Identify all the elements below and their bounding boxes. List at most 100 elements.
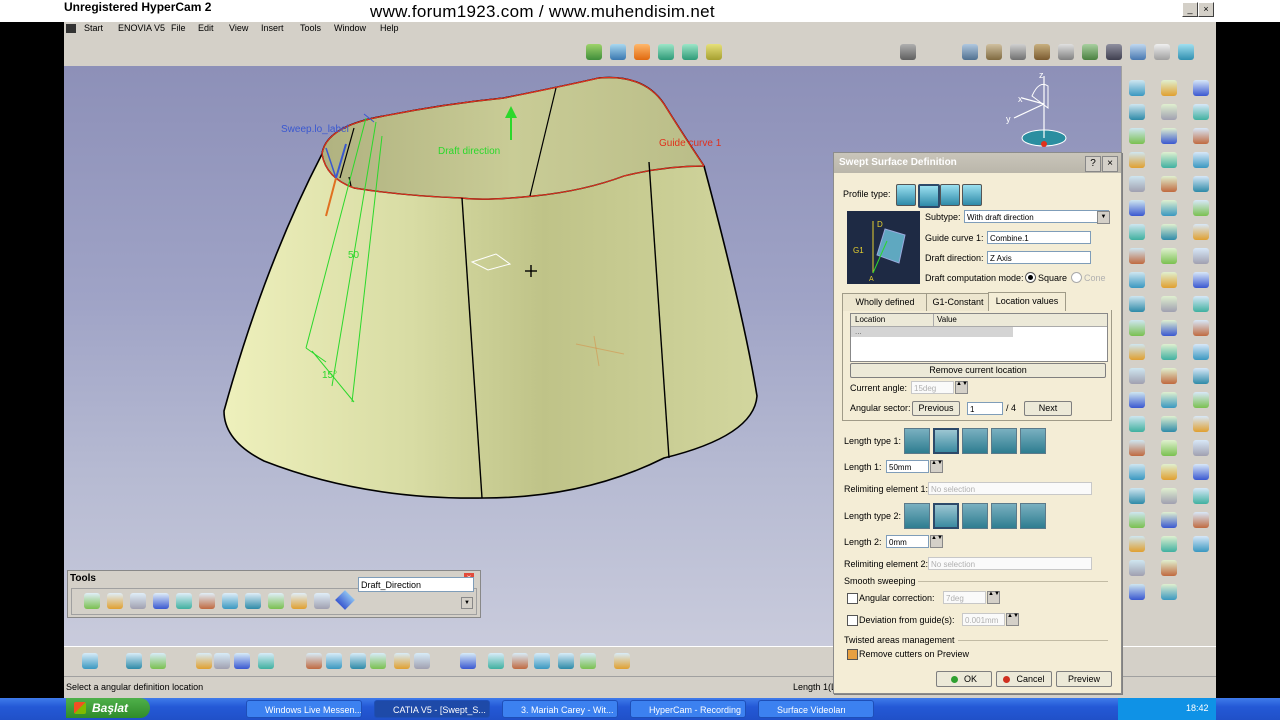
rule-icon[interactable] (1082, 44, 1098, 60)
relimiting1-field[interactable]: No selection (928, 482, 1092, 495)
sector-field[interactable]: 1 (967, 402, 1003, 415)
near-icon[interactable] (1193, 248, 1209, 264)
length-from-to-icon[interactable] (991, 428, 1017, 454)
trim-icon[interactable] (1161, 80, 1177, 96)
split-icon[interactable] (1129, 176, 1145, 192)
boundary-icon[interactable] (1161, 104, 1177, 120)
split-icon[interactable] (1193, 488, 1209, 504)
hide-show-icon[interactable] (534, 653, 550, 669)
blend-icon[interactable] (1161, 536, 1177, 552)
cube-icon[interactable] (199, 593, 215, 609)
reflect-icon[interactable] (1193, 344, 1209, 360)
profile-line-icon[interactable] (918, 184, 940, 208)
text-icon[interactable] (82, 653, 98, 669)
task-mariah-carey[interactable]: 3. Mariah Carey - Wit... (502, 700, 618, 718)
spiral-icon[interactable] (84, 593, 100, 609)
chevron-down-icon[interactable]: ▼ (1097, 211, 1110, 224)
translate-icon[interactable] (1193, 104, 1209, 120)
translate-icon[interactable] (1129, 320, 1145, 336)
location-table[interactable]: Location Value ... (850, 313, 1108, 362)
square-radio[interactable] (1025, 272, 1036, 283)
remove-cutters-checkbox[interactable] (847, 649, 858, 660)
next-button[interactable]: Next (1024, 401, 1072, 416)
settings-icon[interactable] (1010, 44, 1026, 60)
tools-combo[interactable]: Draft_Direction (358, 577, 474, 592)
join-icon[interactable] (1161, 560, 1177, 576)
rotate-view-icon[interactable] (370, 653, 386, 669)
extrude-icon[interactable] (682, 44, 698, 60)
length1-spinner[interactable]: ▲▼ (930, 460, 943, 473)
zoom-out-icon[interactable] (414, 653, 430, 669)
fill-icon[interactable] (1129, 104, 1145, 120)
table-icon[interactable] (1058, 44, 1074, 60)
cone-radio[interactable] (1071, 272, 1082, 283)
tab-g1-constant[interactable]: G1-Constant (926, 293, 990, 311)
symmetry-icon[interactable] (1161, 248, 1177, 264)
profile-circle-icon[interactable] (940, 184, 960, 206)
menu-start[interactable]: Start (84, 23, 103, 33)
combine-icon[interactable] (1129, 536, 1145, 552)
symmetry-icon[interactable] (1129, 368, 1145, 384)
table-row[interactable] (851, 327, 1013, 337)
sketch-icon[interactable] (586, 44, 602, 60)
layer-icon[interactable] (580, 653, 596, 669)
deviation-spinner[interactable]: ▲▼ (1006, 613, 1019, 626)
combine-icon[interactable] (1193, 320, 1209, 336)
knowledge-icon[interactable] (900, 44, 916, 60)
angular-correction-checkbox[interactable] (847, 593, 858, 604)
symmetry-icon[interactable] (1193, 152, 1209, 168)
shading-icon[interactable] (512, 653, 528, 669)
layer-icon[interactable] (268, 593, 284, 609)
rotate-icon[interactable] (1129, 344, 1145, 360)
profile-explicit-icon[interactable] (896, 184, 916, 206)
previous-button[interactable]: Previous (912, 401, 960, 416)
extract-icon[interactable] (1161, 128, 1177, 144)
table-icon[interactable] (196, 653, 212, 669)
boundary-icon[interactable] (1193, 536, 1209, 552)
diamond-icon[interactable] (335, 590, 355, 610)
tree-icon[interactable] (130, 593, 146, 609)
length-from-curve-icon[interactable] (933, 428, 959, 454)
task-surface-videos[interactable]: Surface Videoları (758, 700, 874, 718)
length2-standard-icon[interactable] (904, 503, 930, 529)
translate-icon[interactable] (1161, 200, 1177, 216)
near-icon[interactable] (1129, 464, 1145, 480)
affinity-icon[interactable] (1161, 296, 1177, 312)
healing-icon[interactable] (1129, 296, 1145, 312)
zoom-in-icon[interactable] (394, 653, 410, 669)
formula-icon[interactable] (126, 653, 142, 669)
menu-view[interactable]: View (229, 23, 248, 33)
length2-spinner[interactable]: ▲▼ (930, 535, 943, 548)
menu-insert[interactable]: Insert (261, 23, 284, 33)
parallel-icon[interactable] (1129, 584, 1145, 600)
cloud-icon[interactable] (1178, 44, 1194, 60)
sweep-icon[interactable] (1161, 488, 1177, 504)
trim-icon[interactable] (1193, 512, 1209, 528)
task-catia[interactable]: CATIA V5 - [Swept_S... (374, 700, 490, 718)
length2-extremum-icon[interactable] (1020, 503, 1046, 529)
preview-button[interactable]: Preview (1056, 671, 1112, 687)
list-icon[interactable] (314, 593, 330, 609)
healing-icon[interactable] (1193, 80, 1209, 96)
normal-view-icon[interactable] (460, 653, 476, 669)
extrapolate-icon[interactable] (1161, 320, 1177, 336)
axis-icon[interactable] (107, 593, 123, 609)
blend-icon[interactable] (1129, 128, 1145, 144)
affinity-icon[interactable] (1193, 200, 1209, 216)
help-button[interactable]: ? (1085, 156, 1101, 172)
render-icon[interactable] (614, 653, 630, 669)
split-icon[interactable] (1161, 584, 1177, 600)
hierarchy-icon[interactable] (214, 653, 230, 669)
project-icon[interactable] (1193, 296, 1209, 312)
fill-icon[interactable] (1161, 512, 1177, 528)
ok-button[interactable]: OK (936, 671, 992, 687)
angular-correction-field[interactable]: 7deg (943, 591, 986, 604)
sort-icon[interactable] (258, 653, 274, 669)
intersect-icon[interactable] (1193, 272, 1209, 288)
length2-field[interactable]: 0mm (886, 535, 929, 548)
sun-icon[interactable] (291, 593, 307, 609)
tab-location-values[interactable]: Location values (988, 292, 1066, 311)
menu-help[interactable]: Help (380, 23, 399, 33)
trim-icon[interactable] (1129, 200, 1145, 216)
parallel-icon[interactable] (1161, 464, 1177, 480)
